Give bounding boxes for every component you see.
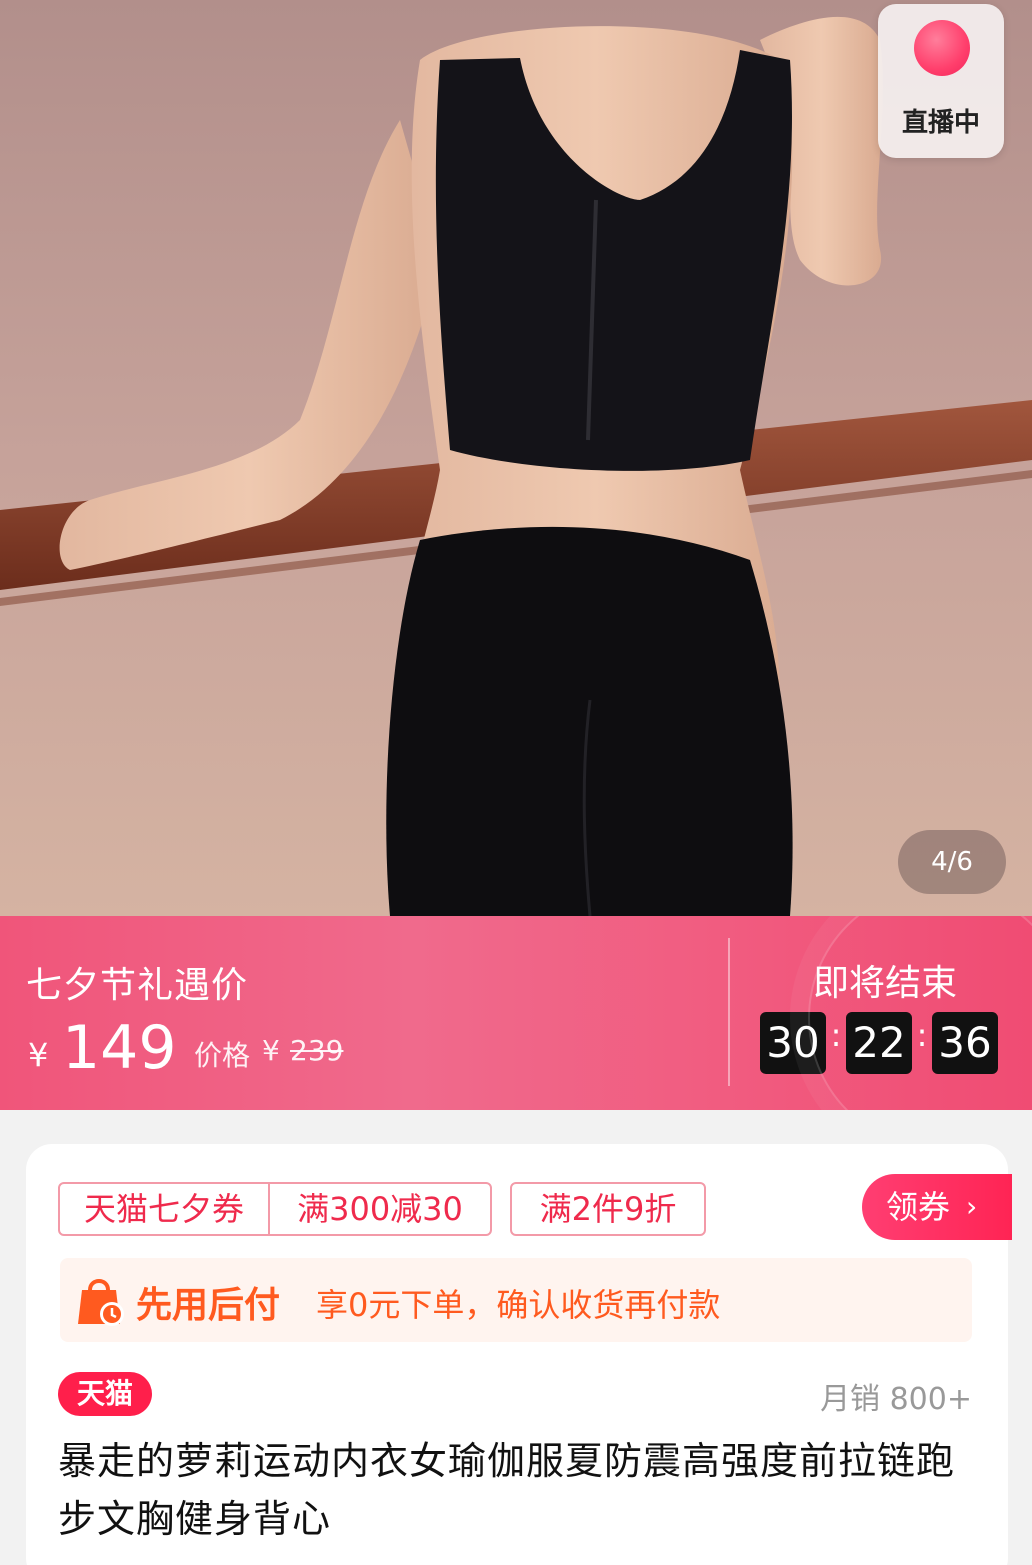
countdown-seconds: 36 bbox=[932, 1012, 998, 1074]
original-price-currency: ¥ bbox=[262, 1034, 280, 1067]
promo-title: 七夕节礼遇价 bbox=[26, 965, 249, 1006]
live-icon bbox=[914, 20, 970, 76]
live-label: 直播中 bbox=[901, 108, 980, 138]
product-title: 暴走的萝莉运动内衣女瑜伽服夏防震高强度前拉链跑步文胸健身背心 bbox=[58, 1439, 956, 1541]
image-page-indicator: 4/6 bbox=[898, 830, 1006, 894]
price-currency: ¥ bbox=[28, 1036, 49, 1074]
store-tag-tmall: 天猫 bbox=[58, 1372, 152, 1416]
promo-banner: 七夕节礼遇价 ¥ 149 价格 ¥ 239 即将结束 30 : 22 : 36 bbox=[0, 916, 1032, 1110]
countdown-minutes: 22 bbox=[846, 1012, 912, 1074]
tmall-coupon-group[interactable]: 天猫七夕券 满300减30 bbox=[58, 1182, 492, 1236]
claim-coupon-label: 领券 bbox=[886, 1188, 951, 1226]
chevron-right-icon: › bbox=[966, 1190, 978, 1223]
live-stream-badge[interactable]: 直播中 bbox=[878, 4, 1004, 158]
coupon-discount-label: 满2件9折 bbox=[539, 1190, 677, 1228]
product-image-carousel[interactable]: 直播中 4/6 bbox=[0, 0, 1032, 916]
promo-price: 149 bbox=[62, 1013, 177, 1083]
pay-later-title: 先用后付 bbox=[136, 1285, 281, 1326]
countdown-separator: : bbox=[916, 1016, 928, 1054]
coupon-full-reduction: 满300减30 bbox=[297, 1190, 463, 1228]
coupon-discount[interactable]: 满2件9折 bbox=[510, 1182, 706, 1236]
promo-divider bbox=[728, 938, 730, 1086]
pay-later-description: 享0元下单，确认收货再付款 bbox=[316, 1286, 721, 1324]
countdown-hours: 30 bbox=[760, 1012, 826, 1074]
countdown-label: 即将结束 bbox=[812, 963, 957, 1004]
tmall-coupon-label: 天猫七夕券 bbox=[83, 1190, 244, 1228]
claim-coupon-button[interactable]: 领券 › bbox=[862, 1174, 1012, 1240]
original-price: 239 bbox=[290, 1034, 344, 1067]
shopping-bag-icon bbox=[78, 1279, 124, 1326]
product-info-card: 天猫七夕券 满300减30 满2件9折 领券 › 先用后付 享0元下单，确认收货… bbox=[26, 1144, 1012, 1565]
original-price-label: 价格 bbox=[194, 1039, 251, 1072]
monthly-sales: 月销 800+ bbox=[820, 1382, 972, 1417]
pay-later-banner[interactable]: 先用后付 享0元下单，确认收货再付款 bbox=[60, 1258, 972, 1342]
countdown-separator: : bbox=[830, 1016, 842, 1054]
